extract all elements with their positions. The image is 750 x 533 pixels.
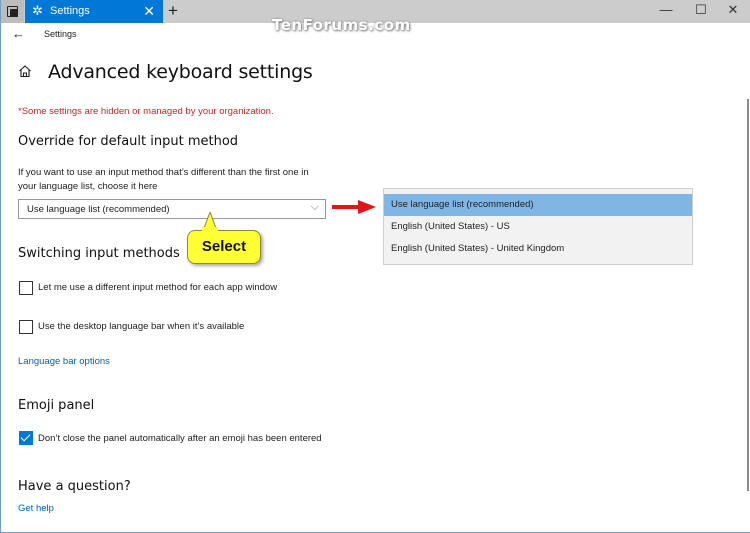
tab-close-icon[interactable]: ✕ bbox=[143, 3, 155, 20]
callout-pointer-join bbox=[202, 227, 218, 233]
per-app-input-label: Let me use a different input method for … bbox=[38, 282, 278, 293]
watermark: TenForums.com bbox=[272, 16, 411, 34]
option-label: Use language list (recommended) bbox=[391, 199, 534, 210]
scrollbar[interactable] bbox=[747, 99, 749, 491]
callout-text: Select bbox=[201, 238, 247, 255]
close-button[interactable]: ✕ bbox=[723, 2, 743, 18]
desktop-language-bar-checkbox[interactable] bbox=[19, 320, 33, 334]
input-method-select[interactable]: Use language list (recommended) ⌵ bbox=[18, 199, 326, 219]
select-callout: Select bbox=[187, 230, 261, 264]
option-label: English (United States) - United Kingdom bbox=[391, 243, 565, 254]
red-arrow-annotation bbox=[332, 200, 376, 214]
gear-icon: ✲ bbox=[32, 3, 43, 18]
home-icon[interactable] bbox=[18, 64, 32, 78]
tabs-icon-fill bbox=[10, 9, 18, 17]
settings-window: ✲ Settings ✕ + — ☐ ✕ TenForums.com ← Set… bbox=[0, 0, 750, 533]
dropdown-option[interactable]: Use language list (recommended) bbox=[384, 194, 692, 216]
tab-settings[interactable]: ✲ Settings ✕ bbox=[25, 0, 163, 23]
override-description: If you want to use an input method that’… bbox=[18, 167, 309, 192]
chevron-down-icon: ⌵ bbox=[310, 201, 319, 213]
option-label: English (United States) - US bbox=[391, 221, 510, 232]
page-title: Advanced keyboard settings bbox=[48, 61, 313, 83]
language-bar-options-link[interactable]: Language bar options bbox=[18, 356, 110, 367]
app-title: Settings bbox=[44, 29, 77, 39]
emoji-panel-label: Don’t close the panel automatically afte… bbox=[38, 433, 322, 444]
override-heading: Override for default input method bbox=[18, 134, 239, 149]
dropdown-option[interactable]: English (United States) - United Kingdom bbox=[384, 238, 692, 260]
emoji-heading: Emoji panel bbox=[18, 398, 95, 413]
help-heading: Have a question? bbox=[18, 479, 131, 494]
desktop-language-bar-label: Use the desktop language bar when it’s a… bbox=[38, 321, 245, 332]
maximize-button[interactable]: ☐ bbox=[691, 2, 711, 18]
switching-heading: Switching input methods bbox=[18, 246, 180, 261]
input-method-dropdown-list: Use language list (recommended) English … bbox=[383, 188, 693, 265]
emoji-panel-checkbox[interactable] bbox=[19, 431, 33, 445]
dropdown-option[interactable]: English (United States) - US bbox=[384, 216, 692, 238]
back-button[interactable]: ← bbox=[12, 26, 25, 41]
minimize-button[interactable]: — bbox=[656, 2, 676, 17]
tab-title: Settings bbox=[50, 5, 90, 17]
get-help-link[interactable]: Get help bbox=[18, 503, 54, 514]
task-view-tabs-button[interactable] bbox=[1, 0, 24, 23]
select-value: Use language list (recommended) bbox=[27, 204, 170, 215]
per-app-input-checkbox[interactable] bbox=[19, 281, 33, 295]
new-tab-button[interactable]: + bbox=[168, 1, 178, 21]
managed-warning: *Some settings are hidden or managed by … bbox=[18, 106, 274, 117]
